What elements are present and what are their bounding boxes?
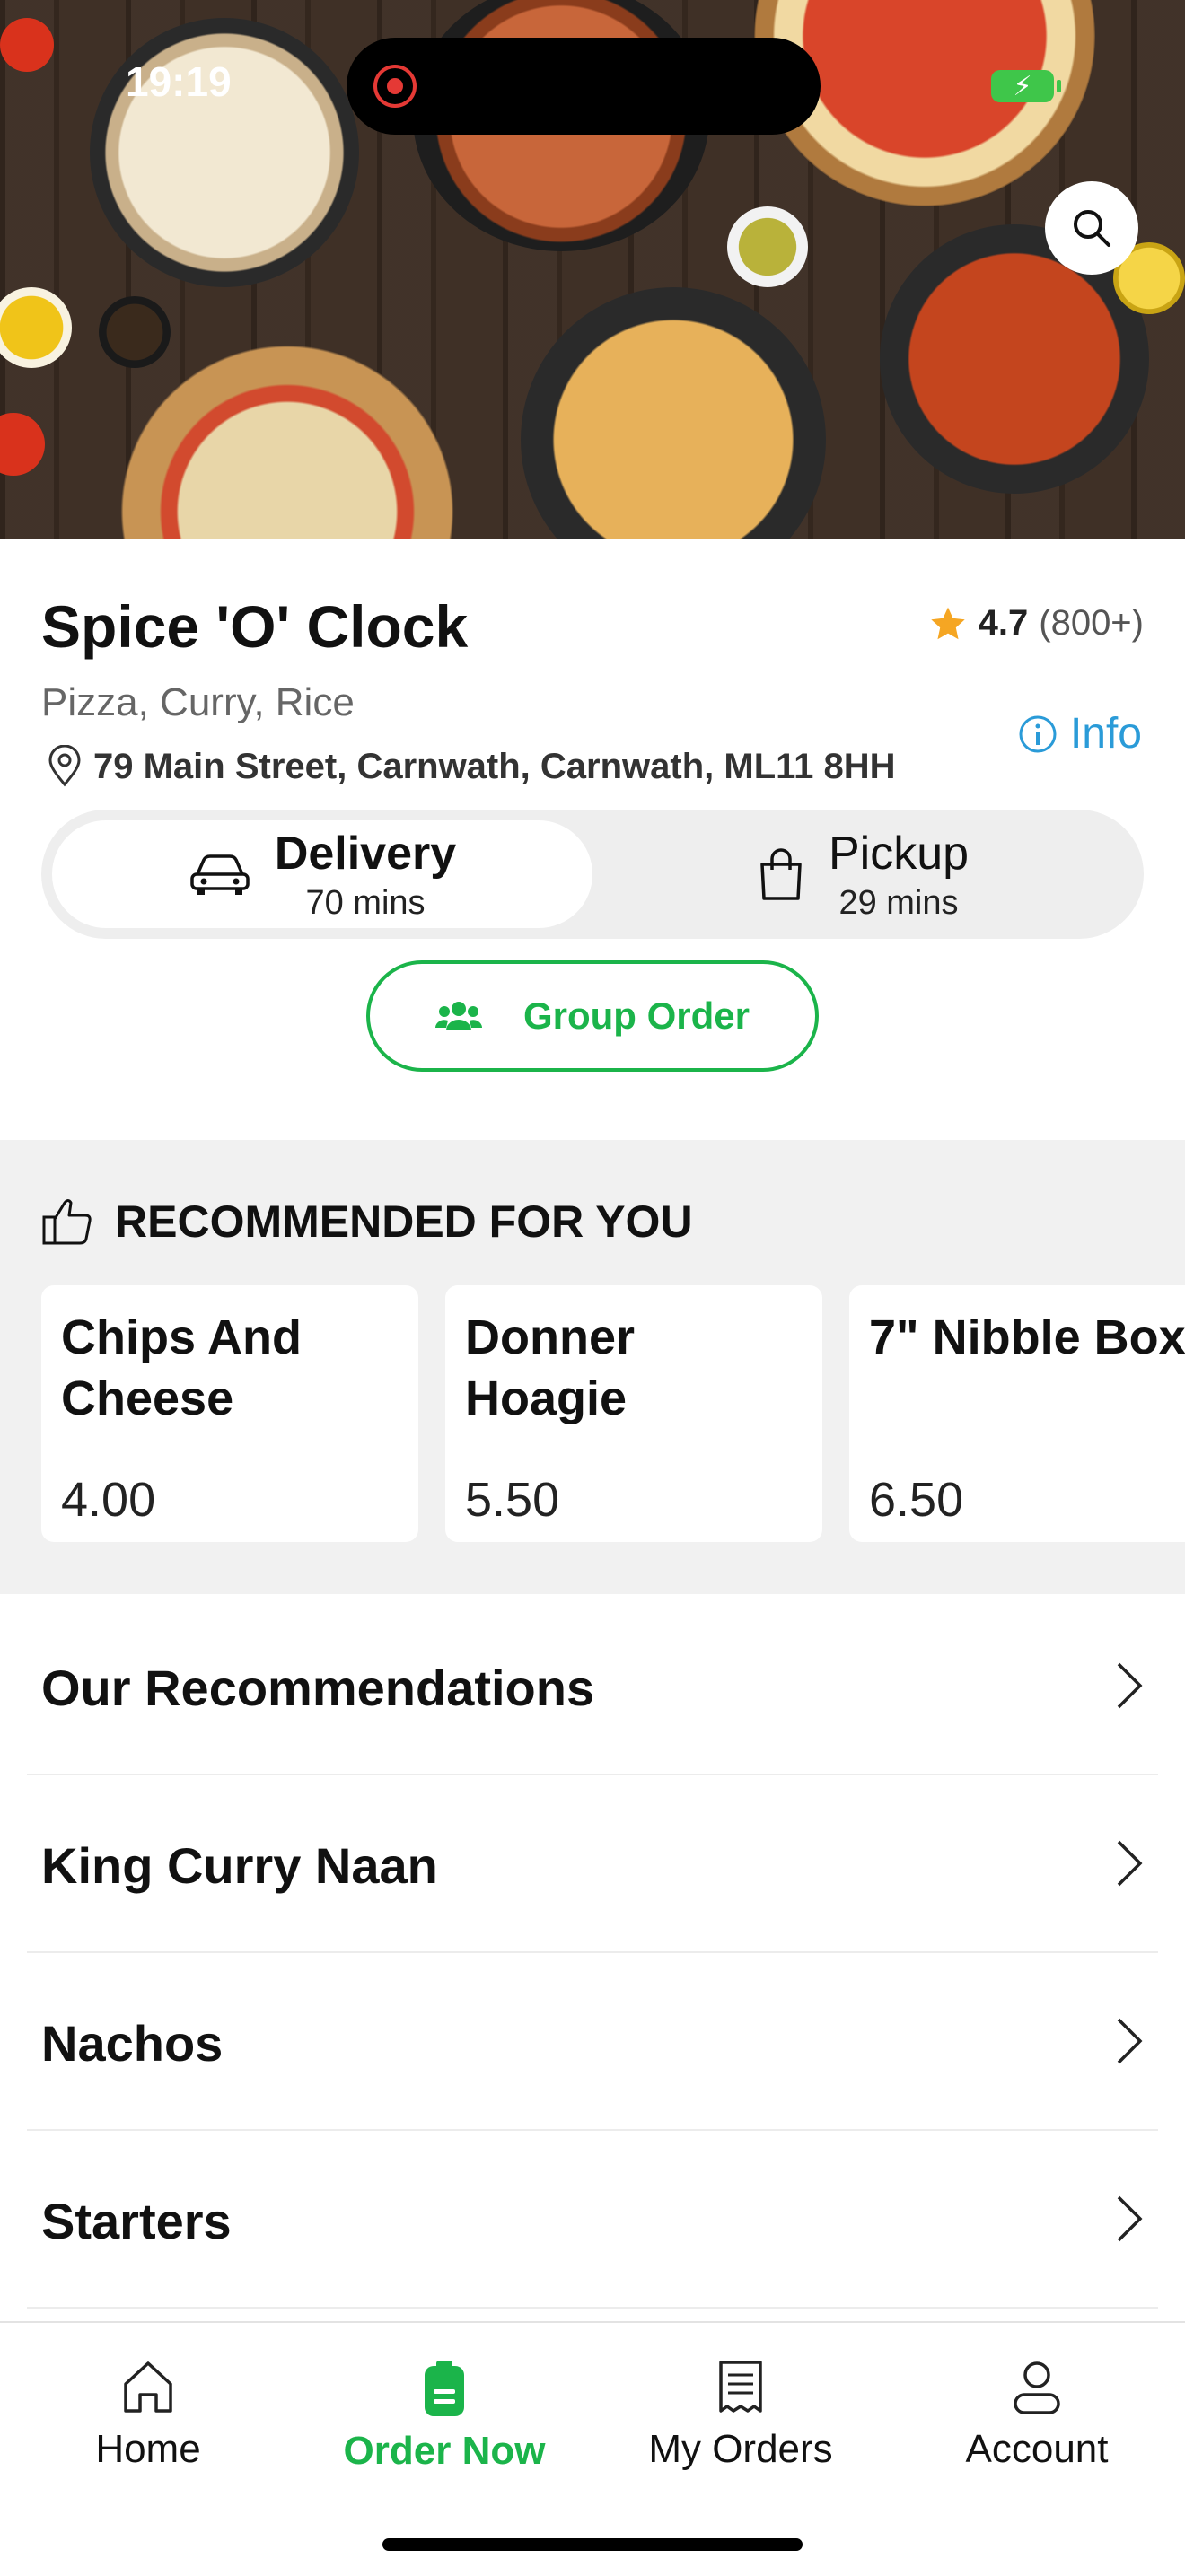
- delivery-label: Delivery: [274, 827, 457, 880]
- recommended-section: RECOMMENDED FOR YOU Chips And Cheese 4.0…: [0, 1140, 1185, 1594]
- pickup-time: 29 mins: [838, 883, 959, 922]
- info-label: Info: [1069, 710, 1142, 758]
- tab-home-label: Home: [95, 2427, 201, 2471]
- search-icon: [1074, 210, 1110, 247]
- category-row-king-curry-naan[interactable]: King Curry Naan: [27, 1774, 1158, 1953]
- recommended-item-price: 5.50: [465, 1473, 560, 1527]
- tab-my-orders[interactable]: My Orders: [592, 2359, 889, 2472]
- tab-account-label: Account: [965, 2427, 1109, 2471]
- group-order-label: Group Order: [522, 994, 750, 1037]
- recommended-item-name: 7" Nibble Box: [869, 1310, 1185, 1364]
- location-pin-icon: [48, 745, 81, 787]
- chevron-right-icon: [1117, 1840, 1143, 1887]
- category-label: King Curry Naan: [41, 1837, 438, 1894]
- order-icon: [425, 2361, 464, 2416]
- tab-order-now[interactable]: Order Now: [296, 2359, 592, 2474]
- chevron-right-icon: [1117, 2195, 1143, 2242]
- shopping-bag-icon: [760, 848, 802, 900]
- category-row-our-recommendations[interactable]: Our Recommendations: [27, 1596, 1158, 1775]
- recommended-item-name: Chips And Cheese: [61, 1310, 302, 1425]
- pickup-label: Pickup: [828, 827, 970, 880]
- rating-value: 4.7: [978, 603, 1029, 643]
- delivery-time: 70 mins: [305, 883, 426, 922]
- restaurant-rating: 4.7 (800+): [928, 603, 1144, 644]
- recommended-heading-text: RECOMMENDED FOR YOU: [115, 1196, 693, 1247]
- restaurant-name: Spice 'O' Clock: [41, 593, 469, 660]
- address-text: 79 Main Street, Carnwath, Carnwath, ML11…: [93, 746, 896, 786]
- search-button[interactable]: [1045, 181, 1138, 275]
- rating-count: (800+): [1039, 603, 1144, 643]
- info-link[interactable]: Info: [1018, 709, 1142, 758]
- category-label: Nachos: [41, 2015, 224, 2072]
- cuisine-list: Pizza, Curry, Rice: [41, 680, 355, 724]
- pickup-option[interactable]: Pickup 29 mins: [592, 820, 1133, 928]
- dynamic-island: [347, 38, 821, 135]
- order-mode-toggle: Delivery 70 mins Pickup 29 mins: [41, 810, 1144, 939]
- status-bar-time: 19:19: [126, 58, 232, 105]
- hero-banner-image: 19:19 ⚡: [0, 0, 1185, 539]
- recommended-item-price: 6.50: [869, 1473, 964, 1527]
- receipt-icon: [719, 2361, 762, 2413]
- recommended-item-price: 4.00: [61, 1473, 156, 1527]
- tab-home[interactable]: Home: [0, 2359, 296, 2472]
- recommended-item-card[interactable]: 7" Nibble Box 6.50: [849, 1285, 1185, 1542]
- chevron-right-icon: [1117, 1662, 1143, 1709]
- battery-charging-icon: ⚡: [991, 70, 1061, 102]
- category-label: Starters: [41, 2193, 232, 2249]
- thumbs-up-icon: [42, 1199, 92, 1245]
- category-row-starters[interactable]: Starters: [27, 2129, 1158, 2309]
- group-users-icon: [434, 1002, 482, 1030]
- home-indicator: [382, 2538, 803, 2551]
- recommended-item-name: Donner Hoagie: [465, 1310, 635, 1425]
- home-icon: [124, 2361, 172, 2413]
- category-label: Our Recommendations: [41, 1660, 595, 1716]
- recommended-item-card[interactable]: Donner Hoagie 5.50: [445, 1285, 822, 1542]
- car-icon: [190, 854, 250, 895]
- tab-order-now-label: Order Now: [343, 2429, 546, 2473]
- category-row-nachos[interactable]: Nachos: [27, 1951, 1158, 2131]
- chevron-right-icon: [1117, 2018, 1143, 2064]
- screen-recording-icon: [373, 65, 417, 108]
- person-icon: [1014, 2361, 1060, 2414]
- tab-account[interactable]: Account: [889, 2359, 1185, 2472]
- restaurant-address: 79 Main Street, Carnwath, Carnwath, ML11…: [45, 745, 896, 788]
- tab-my-orders-label: My Orders: [648, 2427, 833, 2471]
- recommended-item-card[interactable]: Chips And Cheese 4.00: [41, 1285, 418, 1542]
- group-order-button[interactable]: Group Order: [366, 960, 819, 1072]
- delivery-option[interactable]: Delivery 70 mins: [52, 820, 592, 928]
- info-icon: [1019, 715, 1057, 752]
- star-icon: [930, 607, 965, 639]
- recommended-heading: RECOMMENDED FOR YOU: [41, 1196, 693, 1248]
